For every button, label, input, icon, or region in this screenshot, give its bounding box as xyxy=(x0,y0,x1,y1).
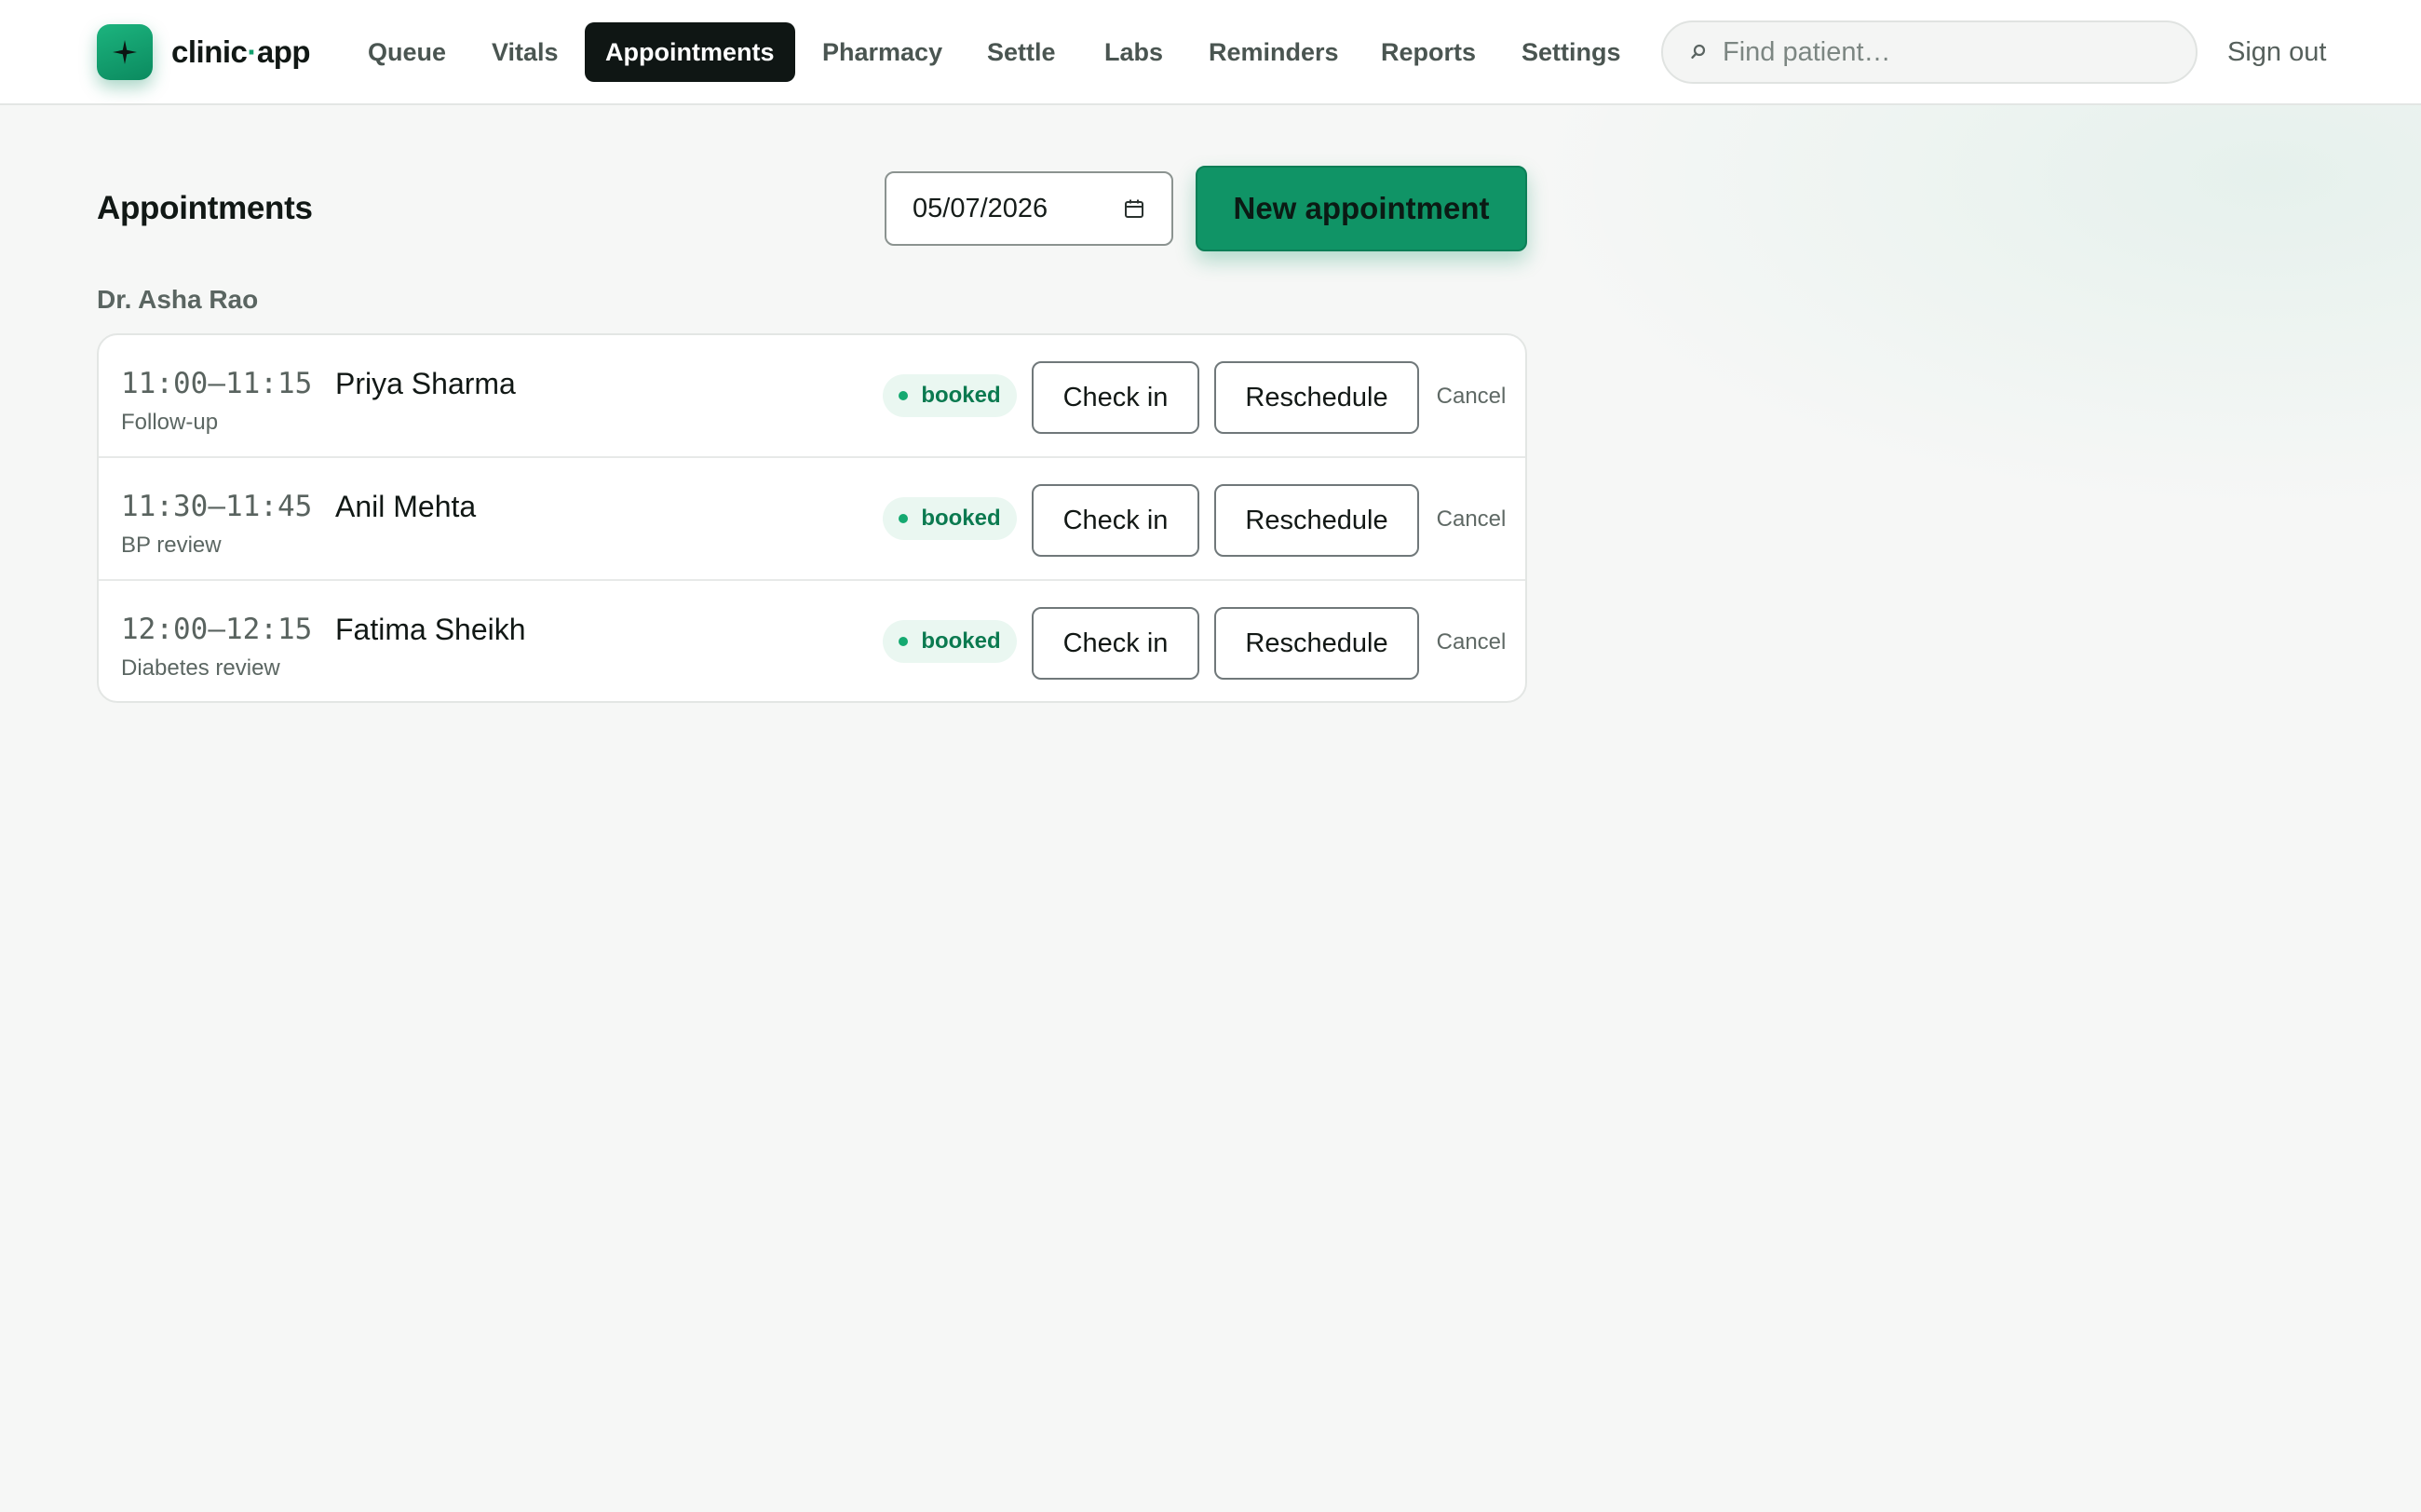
doctor-name: Dr. Asha Rao xyxy=(97,285,259,314)
cancel-button[interactable]: Cancel xyxy=(1432,499,1510,540)
appointments-list: 11:00–11:15 Priya Sharma Follow-up booke… xyxy=(97,333,1527,703)
appointment-row: 11:00–11:15 Priya Sharma Follow-up booke… xyxy=(99,335,1525,458)
date-value[interactable]: 05/07/2026 xyxy=(913,173,1048,244)
nav-item-settings[interactable]: Settings xyxy=(1501,22,1642,82)
patient-name: Fatima Sheikh xyxy=(335,613,526,646)
appointment-row: 12:00–12:15 Fatima Sheikh Diabetes revie… xyxy=(99,579,1525,701)
nav-item-pharmacy[interactable]: Pharmacy xyxy=(802,22,963,82)
status-badge: booked xyxy=(883,497,1017,540)
check-in-button[interactable]: Check in xyxy=(1032,361,1199,434)
status-badge: booked xyxy=(883,620,1017,663)
background-glow xyxy=(1397,105,2421,571)
nav-item-labs[interactable]: Labs xyxy=(1084,22,1183,82)
status-badge: booked xyxy=(883,374,1017,417)
status-dot-icon xyxy=(899,391,909,400)
reschedule-button[interactable]: Reschedule xyxy=(1214,361,1419,434)
patient-search[interactable] xyxy=(1661,20,2198,84)
sign-out-link[interactable]: Sign out xyxy=(2227,32,2326,73)
nav-item-appointments[interactable]: Appointments xyxy=(585,22,795,82)
page-title: Appointments xyxy=(97,190,313,226)
nav-item-reports[interactable]: Reports xyxy=(1360,22,1496,82)
sparkle-icon xyxy=(113,40,137,64)
cancel-button[interactable]: Cancel xyxy=(1432,622,1510,663)
calendar-icon[interactable] xyxy=(1123,197,1145,220)
appointment-row: 11:30–11:45 Anil Mehta BP review booked … xyxy=(99,456,1525,579)
reschedule-button[interactable]: Reschedule xyxy=(1214,607,1419,680)
date-picker[interactable]: 05/07/2026 xyxy=(885,171,1173,246)
search-icon xyxy=(1691,44,1706,59)
cancel-button[interactable]: Cancel xyxy=(1432,376,1510,417)
new-appointment-button[interactable]: New appointment xyxy=(1196,166,1527,251)
status-dot-icon xyxy=(899,514,909,523)
patient-name: Priya Sharma xyxy=(335,367,516,400)
reschedule-button[interactable]: Reschedule xyxy=(1214,484,1419,557)
appointment-time: 11:30–11:45 xyxy=(121,490,313,523)
patient-name: Anil Mehta xyxy=(335,490,477,523)
appointment-reason: Diabetes review xyxy=(121,655,280,681)
nav-item-vitals[interactable]: Vitals xyxy=(471,22,579,82)
appointment-reason: Follow-up xyxy=(121,410,219,435)
nav-item-queue[interactable]: Queue xyxy=(347,22,467,82)
logo-icon[interactable] xyxy=(97,24,153,80)
appointment-reason: BP review xyxy=(121,533,222,558)
top-navigation-bar: clinic·app Queue Vitals Appointments Pha… xyxy=(0,0,2421,105)
check-in-button[interactable]: Check in xyxy=(1032,607,1199,680)
nav-item-settle[interactable]: Settle xyxy=(967,22,1076,82)
brand-name: clinic·app xyxy=(171,34,311,69)
appointment-time: 12:00–12:15 xyxy=(121,613,313,646)
search-input[interactable] xyxy=(1723,22,2179,82)
nav-item-reminders[interactable]: Reminders xyxy=(1188,22,1359,82)
status-dot-icon xyxy=(899,637,909,646)
appointment-time: 11:00–11:15 xyxy=(121,367,313,400)
check-in-button[interactable]: Check in xyxy=(1032,484,1199,557)
